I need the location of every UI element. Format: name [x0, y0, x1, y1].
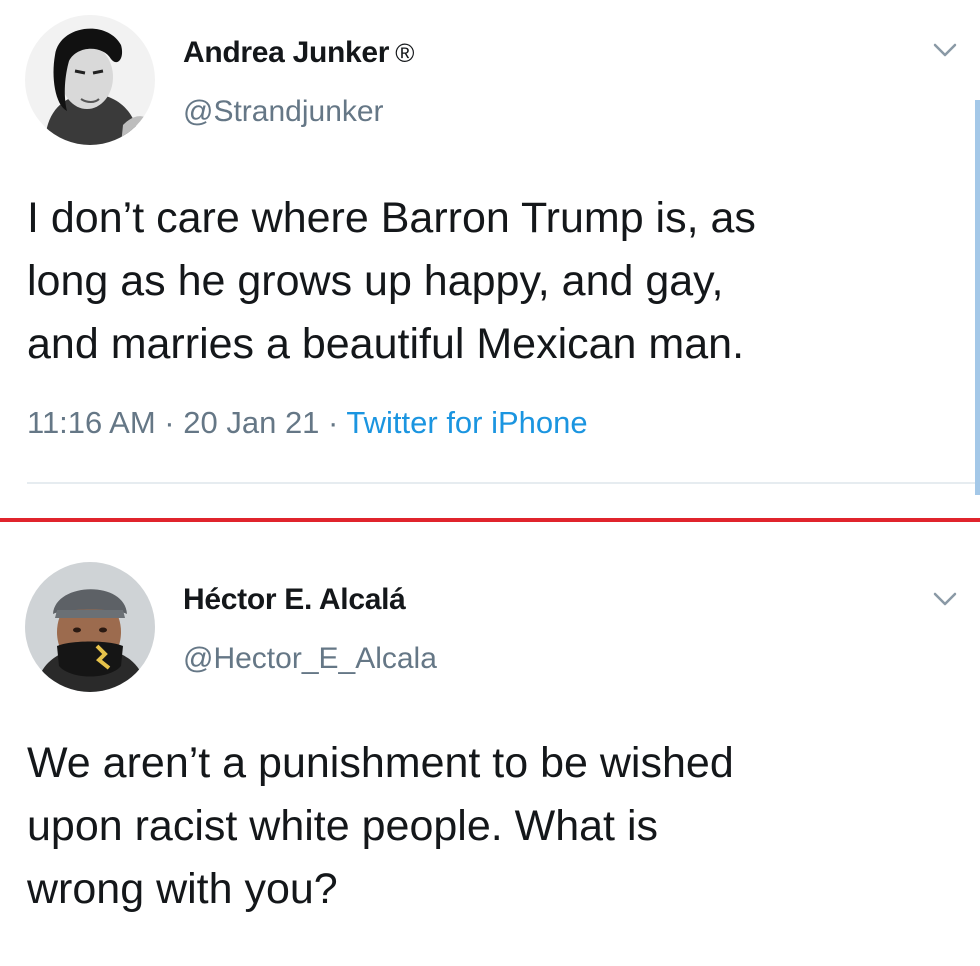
tweet-meta: 11:16 AM · 20 Jan 21 · Twitter for iPhon… [27, 405, 588, 441]
user-avatar[interactable] [25, 15, 155, 145]
meta-separator: · [319, 405, 347, 440]
chevron-down-icon[interactable] [932, 40, 958, 60]
scrollbar[interactable] [975, 100, 980, 495]
meta-separator: · [155, 405, 184, 440]
avatar-woman-icon [25, 15, 155, 145]
display-name[interactable]: Héctor E. Alcalá [183, 583, 406, 617]
registered-mark: ® [395, 38, 415, 68]
tweet-time[interactable]: 11:16 AM [27, 405, 156, 440]
tweet-text: We aren’t a punishment to be wished upon… [27, 739, 734, 913]
avatar-man-icon [25, 562, 155, 692]
tweet-card: Héctor E. Alcalá @Hector_E_Alcala We are… [0, 525, 980, 966]
user-handle[interactable]: @Hector_E_Alcala [183, 642, 437, 676]
tweet-source-link[interactable]: Twitter for iPhone [346, 405, 587, 440]
tweet-date[interactable]: 20 Jan 21 [183, 405, 319, 440]
user-avatar[interactable] [25, 562, 155, 692]
divider [27, 482, 980, 484]
screenshot-separator [0, 518, 980, 522]
user-handle[interactable]: @Strandjunker [183, 95, 384, 129]
display-name[interactable]: Andrea Junker ® [183, 36, 414, 70]
tweet-card: Andrea Junker ® @Strandjunker I don’t car… [0, 0, 980, 515]
tweet-text: I don’t care where Barron Trump is, as l… [27, 194, 756, 368]
chevron-down-icon[interactable] [932, 589, 958, 609]
